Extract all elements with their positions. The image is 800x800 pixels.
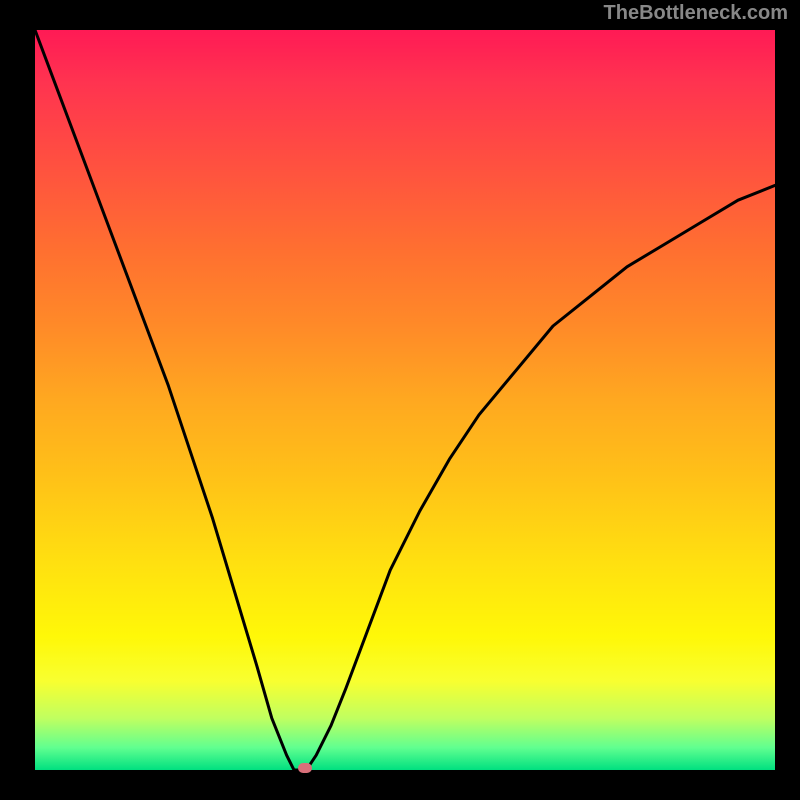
bottleneck-curve bbox=[35, 30, 775, 770]
optimum-marker bbox=[298, 763, 312, 773]
curve-layer bbox=[35, 30, 775, 770]
plot-area bbox=[35, 30, 775, 770]
attribution-label: TheBottleneck.com bbox=[604, 2, 788, 25]
chart-frame: TheBottleneck.com bbox=[0, 0, 800, 800]
